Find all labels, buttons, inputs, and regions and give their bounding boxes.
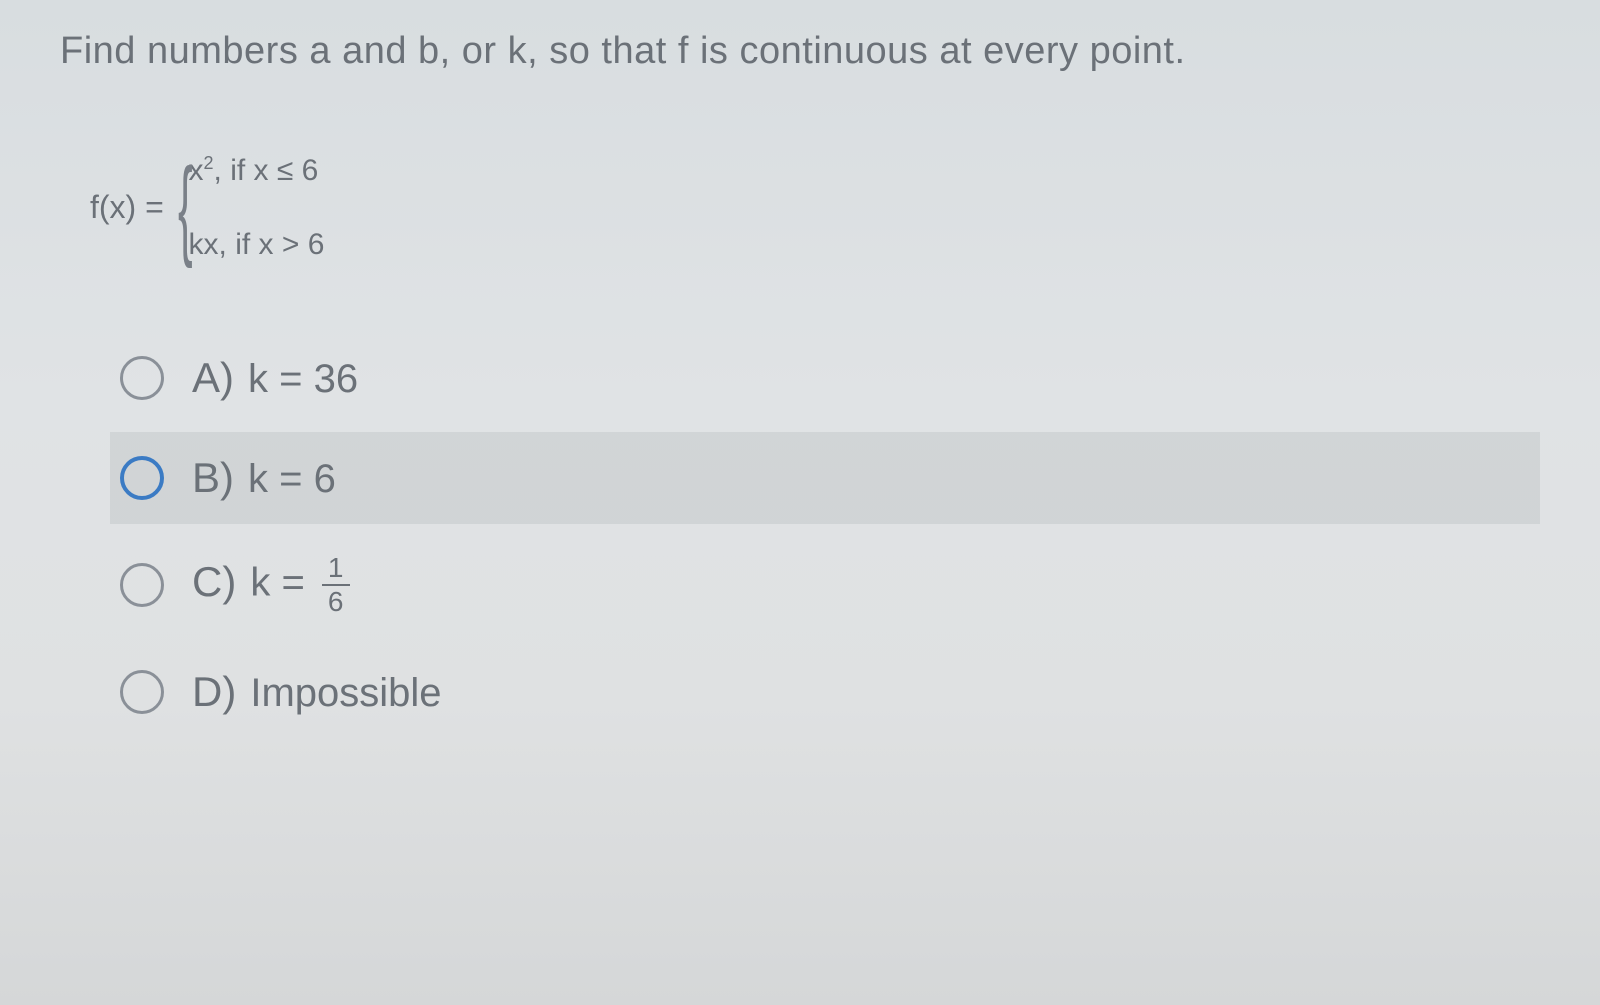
option-a-value: k = 36	[248, 357, 358, 402]
function-definition: f(x) = { x2, if x ≤ 6 kx, if x > 6	[90, 153, 1540, 262]
option-c-value: k = 1 6	[250, 554, 349, 616]
radio-a[interactable]	[120, 356, 164, 400]
piecewise-container: x2, if x ≤ 6 kx, if x > 6	[189, 153, 325, 262]
fraction-icon: 1 6	[322, 554, 350, 616]
question-text: Find numbers a and b, or k, so that f is…	[60, 30, 1540, 73]
options-container: A) k = 36 B) k = 6 C) k = 1 6 D) Impo	[110, 332, 1540, 738]
fraction-numerator: 1	[322, 554, 350, 586]
piece-1: x2, if x ≤ 6	[189, 153, 325, 188]
piece1-cond: , if x ≤ 6	[214, 154, 319, 187]
option-c-prefix: k =	[250, 561, 316, 605]
option-b[interactable]: B) k = 6	[110, 432, 1540, 524]
piece-2: kx, if x > 6	[189, 228, 325, 262]
option-d-label: D) Impossible	[192, 668, 442, 716]
piece2-cond: , if x > 6	[219, 228, 325, 261]
option-c-label: C) k = 1 6	[192, 554, 350, 616]
option-b-letter: B)	[192, 454, 234, 502]
option-d-value: Impossible	[250, 671, 441, 716]
option-d-letter: D)	[192, 668, 236, 716]
option-c-letter: C)	[192, 558, 236, 606]
radio-c[interactable]	[120, 563, 164, 607]
fraction-denominator: 6	[322, 586, 350, 616]
radio-d[interactable]	[120, 670, 164, 714]
piece2-expr: kx	[189, 228, 219, 261]
option-c[interactable]: C) k = 1 6	[110, 532, 1540, 638]
option-b-value: k = 6	[248, 457, 336, 502]
brace-icon: {	[178, 168, 193, 248]
option-d[interactable]: D) Impossible	[110, 646, 1540, 738]
option-a-letter: A)	[192, 354, 234, 402]
option-a-label: A) k = 36	[192, 354, 358, 402]
function-label: f(x) =	[90, 189, 164, 226]
option-b-label: B) k = 6	[192, 454, 336, 502]
radio-b[interactable]	[120, 456, 164, 500]
piece1-sup: 2	[204, 153, 214, 173]
option-a[interactable]: A) k = 36	[110, 332, 1540, 424]
